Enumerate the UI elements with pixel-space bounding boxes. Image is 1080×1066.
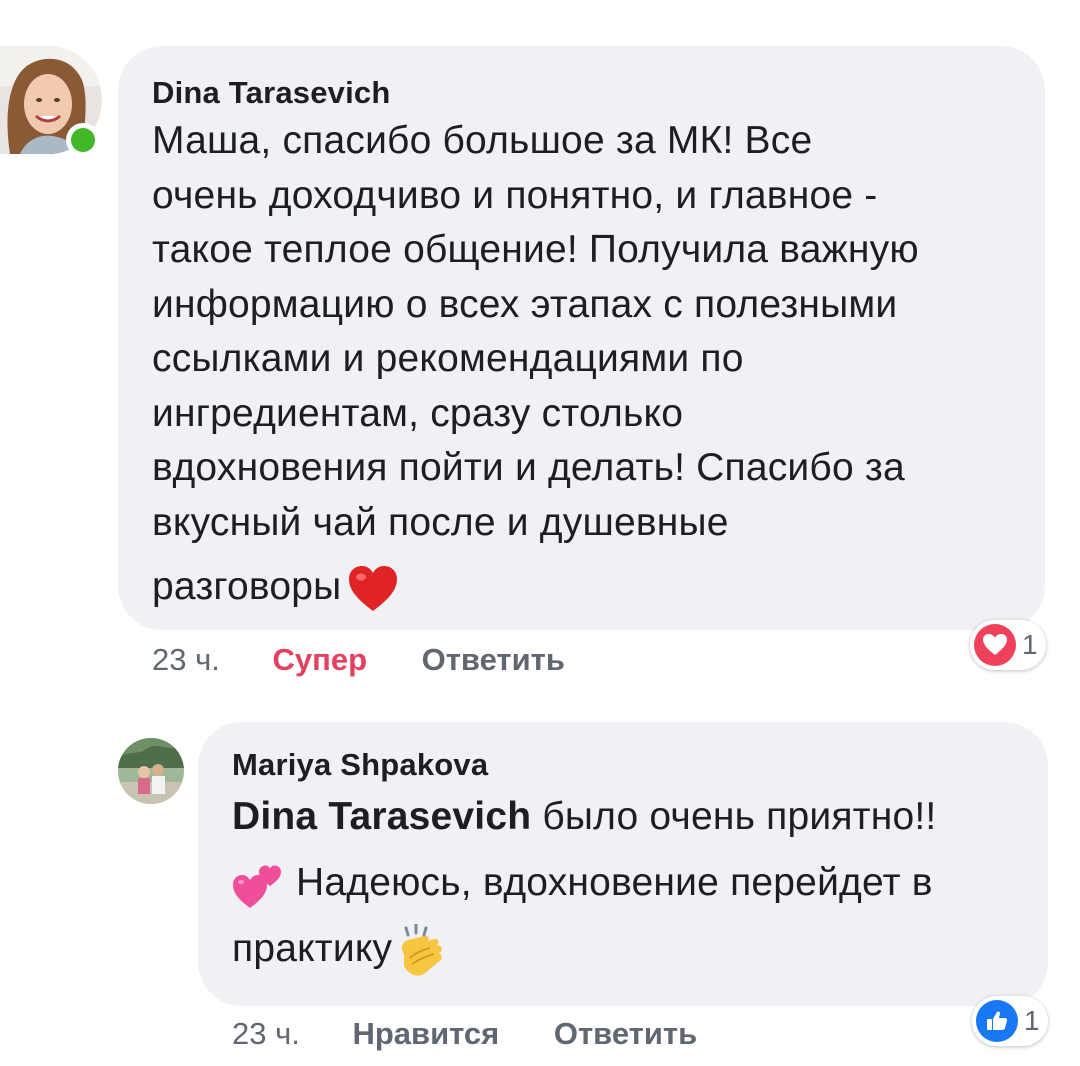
red-heart-emoji bbox=[347, 565, 399, 613]
comment-line: вдохновения пойти и делать! Спасибо за bbox=[152, 446, 905, 489]
mariya-avatar[interactable] bbox=[118, 738, 184, 804]
comment-thread: Dina Tarasevich Маша, спасибо большое за… bbox=[0, 0, 1080, 1066]
comment-line: Маша, спасибо большое за МК! Все bbox=[152, 119, 813, 162]
reaction-counter[interactable]: 1 bbox=[972, 996, 1048, 1046]
comment-author[interactable]: Dina Tarasevich bbox=[152, 74, 1009, 112]
like-reaction-icon bbox=[976, 1000, 1018, 1042]
comment-bubble: Dina Tarasevich Маша, спасибо большое за… bbox=[118, 46, 1045, 630]
comment-line: вкусный чай после и душевные bbox=[152, 500, 729, 544]
reply-timestamp[interactable]: 23 ч. bbox=[232, 1016, 300, 1051]
comment-last-line: разговоры bbox=[152, 560, 1009, 615]
reply-line-text: Надеюсь, вдохновение перейдет в bbox=[296, 861, 933, 904]
reply-button[interactable]: Ответить bbox=[422, 642, 565, 677]
super-reaction-button[interactable]: Супер bbox=[272, 642, 367, 677]
online-status-icon bbox=[66, 123, 100, 157]
reply-button[interactable]: Ответить bbox=[554, 1016, 697, 1051]
two-hearts-emoji bbox=[232, 860, 284, 910]
reply-author[interactable]: Mariya Shpakova bbox=[232, 746, 1012, 784]
reply-actions: 23 ч. Нравится Ответить bbox=[232, 1014, 697, 1054]
like-button[interactable]: Нравится bbox=[352, 1016, 499, 1051]
clapping-hands-emoji bbox=[394, 923, 446, 978]
reply-bubble: Mariya Shpakova Dina Tarasevich было оче… bbox=[198, 722, 1048, 1006]
comment-line: ингредиентам, сразу столько bbox=[152, 391, 684, 435]
reply-line: Надеюсь, вдохновение перейдет в bbox=[232, 850, 1012, 916]
reply-line-text: практику bbox=[232, 927, 393, 970]
comment-timestamp[interactable]: 23 ч. bbox=[152, 642, 220, 677]
comment-line: ссылками и рекомендациями по bbox=[152, 337, 744, 380]
reply-line: практику bbox=[232, 916, 1012, 982]
reaction-count: 1 bbox=[1024, 1005, 1040, 1036]
comment-line: разговоры bbox=[152, 565, 342, 608]
reaction-counter[interactable]: 1 bbox=[970, 620, 1046, 670]
comment-line: информацию о всех этапах с полезными bbox=[152, 282, 898, 326]
reply-text: Dina Tarasevich было очень приятно!! Над… bbox=[232, 784, 1012, 982]
comment-line: такое теплое общение! Получила важную bbox=[152, 228, 919, 271]
reply-line: Dina Tarasevich было очень приятно!! bbox=[232, 784, 1012, 850]
comment-actions: 23 ч. Супер Ответить bbox=[152, 640, 565, 680]
reply-line-text: было очень приятно!! bbox=[542, 795, 937, 838]
love-reaction-icon bbox=[974, 624, 1016, 666]
mention-link[interactable]: Dina Tarasevich bbox=[232, 795, 531, 838]
reaction-count: 1 bbox=[1022, 629, 1038, 660]
comment-text: Маша, спасибо большое за МК! Все очень д… bbox=[152, 114, 1009, 615]
comment-line: очень доходчиво и понятно, и главное - bbox=[152, 173, 878, 217]
